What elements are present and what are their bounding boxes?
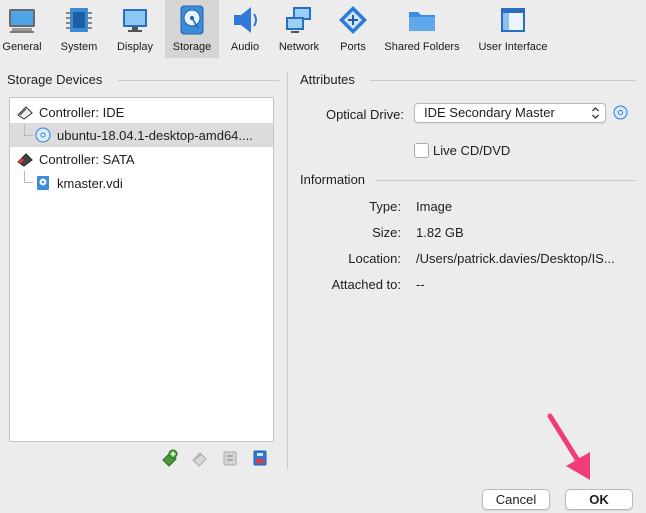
tab-general[interactable]: General (0, 0, 44, 58)
tab-audio[interactable]: Audio (225, 0, 265, 58)
chevron-updown-icon (592, 107, 599, 119)
type-value: Image (416, 199, 453, 214)
tab-system[interactable]: System (57, 0, 101, 58)
storage-devices-title: Storage Devices (7, 72, 103, 87)
cancel-button[interactable]: Cancel (482, 489, 550, 510)
tab-user-interface-label: User Interface (478, 41, 548, 53)
information-divider (376, 180, 636, 181)
tree-item-label: Controller: IDE (39, 104, 125, 120)
sata-controller-icon (17, 153, 33, 167)
tree-item-controller-sata[interactable]: Controller: SATA (10, 147, 273, 171)
window-icon (501, 8, 525, 32)
live-cd-label[interactable]: Live CD/DVD (433, 143, 510, 158)
tab-storage[interactable]: Storage (165, 0, 219, 58)
location-label: Location: (348, 251, 401, 266)
tree-item-label: kmaster.vdi (57, 175, 123, 191)
tab-ports-label: Ports (340, 41, 366, 53)
network-icon (286, 7, 311, 33)
tab-ports[interactable]: Ports (334, 0, 372, 58)
add-attachment-icon[interactable] (161, 449, 179, 467)
type-label: Type: (369, 199, 401, 214)
tree-item-ubuntu-iso[interactable]: ubuntu-18.04.1-desktop-amd64.... (10, 123, 273, 147)
annotation-arrow-icon (547, 413, 590, 480)
optical-drive-select[interactable]: IDE Secondary Master (414, 103, 606, 123)
ok-button[interactable]: OK (565, 489, 633, 510)
display-icon (123, 9, 147, 32)
tab-network[interactable]: Network (276, 0, 322, 58)
chip-icon (66, 8, 92, 32)
speaker-icon (234, 7, 257, 33)
tab-shared-folders-label: Shared Folders (384, 41, 460, 53)
panel-separator (287, 72, 288, 469)
tree-connector (24, 182, 33, 183)
tree-item-label: Controller: SATA (39, 151, 135, 167)
remove-controller-icon[interactable] (251, 449, 269, 467)
add-controller-icon[interactable] (221, 449, 239, 467)
size-label: Size: (372, 225, 401, 240)
size-value: 1.82 GB (416, 225, 464, 240)
remove-attachment-icon[interactable] (191, 449, 209, 467)
tab-storage-label: Storage (172, 41, 212, 53)
tab-audio-label: Audio (230, 41, 260, 53)
tab-display[interactable]: Display (113, 0, 157, 58)
monitor-icon (9, 9, 35, 33)
tab-display-label: Display (116, 41, 154, 53)
ide-controller-icon (17, 106, 33, 120)
tab-shared-folders[interactable]: Shared Folders (382, 0, 462, 58)
tab-system-label: System (60, 41, 98, 53)
tab-network-label: Network (278, 41, 320, 53)
folder-icon (409, 12, 435, 31)
optical-disc-icon (35, 127, 51, 143)
settings-toolbar: General System Display Storage Audio Net… (0, 0, 646, 58)
tab-user-interface[interactable]: User Interface (474, 0, 552, 58)
storage-divider (118, 80, 279, 81)
hard-disk-icon (180, 5, 204, 35)
location-value: /Users/patrick.davies/Desktop/IS... (416, 251, 615, 266)
live-cd-checkbox[interactable] (414, 143, 429, 158)
tree-item-kmaster-vdi[interactable]: kmaster.vdi (10, 171, 273, 195)
ports-icon (339, 6, 367, 34)
tree-item-controller-ide[interactable]: Controller: IDE (10, 100, 273, 124)
storage-tree[interactable]: Controller: IDE ubuntu-18.04.1-desktop-a… (9, 97, 274, 442)
attributes-title: Attributes (300, 72, 355, 87)
tree-item-label: ubuntu-18.04.1-desktop-amd64.... (57, 127, 253, 143)
attached-to-label: Attached to: (331, 277, 401, 292)
tab-general-label: General (2, 41, 42, 53)
optical-drive-label: Optical Drive: (325, 107, 404, 122)
information-title: Information (300, 172, 366, 187)
attached-to-value: -- (416, 277, 425, 292)
optical-drive-value: IDE Secondary Master (424, 105, 555, 120)
choose-disk-icon[interactable] (613, 105, 628, 120)
tree-connector (24, 135, 33, 136)
attributes-divider (370, 80, 636, 81)
hard-disk-file-icon (37, 176, 49, 190)
